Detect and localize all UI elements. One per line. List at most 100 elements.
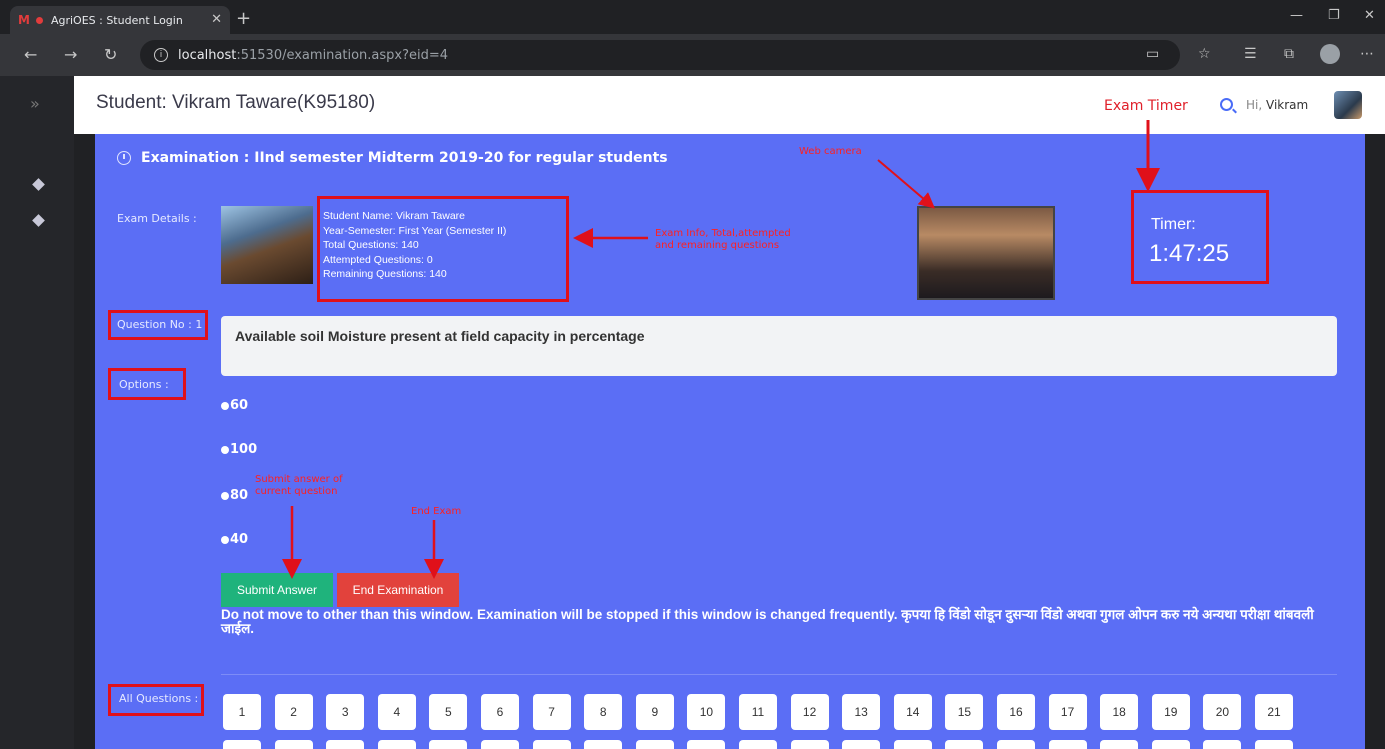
question-nav-button-row2[interactable] xyxy=(893,740,932,749)
question-nav-button[interactable]: 2 xyxy=(274,694,313,730)
question-nav-button-row2[interactable] xyxy=(429,740,468,749)
url-field[interactable]: i localhost :51530/examination.aspx?eid=… xyxy=(140,40,1180,70)
question-nav-button[interactable]: 20 xyxy=(1203,694,1242,730)
annotation-box-exam-info xyxy=(317,196,569,302)
question-nav-button[interactable]: 3 xyxy=(326,694,365,730)
option-label: 60 xyxy=(230,398,249,413)
stopwatch-icon xyxy=(117,151,131,165)
restore-icon[interactable]: ❐ xyxy=(1328,8,1340,23)
option-label: 40 xyxy=(230,532,249,547)
annotation-exam-info: Exam Info, Total,attempted and remaining… xyxy=(655,228,791,252)
question-nav-button[interactable]: 14 xyxy=(893,694,932,730)
question-nav-button-row2[interactable] xyxy=(1151,740,1190,749)
timer-label: Timer: xyxy=(1151,216,1196,233)
greeting-name: Vikram xyxy=(1266,98,1309,112)
question-nav-button-row2[interactable] xyxy=(1048,740,1087,749)
question-nav-button-row2[interactable] xyxy=(1100,740,1139,749)
sidebar-item-2-icon[interactable] xyxy=(32,214,45,227)
question-nav-button[interactable]: 6 xyxy=(481,694,519,730)
question-nav-button[interactable]: 16 xyxy=(997,694,1035,730)
question-nav-button-row2[interactable] xyxy=(481,740,519,749)
question-nav-button[interactable]: 18 xyxy=(1100,694,1139,730)
end-examination-button[interactable]: End Examination xyxy=(337,573,459,607)
question-nav-button-row2[interactable] xyxy=(687,740,726,749)
question-nav-button-row2[interactable] xyxy=(739,740,777,749)
question-nav-button[interactable]: 7 xyxy=(532,694,571,730)
option-4[interactable]: 40 xyxy=(221,532,248,547)
forward-icon[interactable]: → xyxy=(64,45,77,64)
question-nav-button-row2[interactable] xyxy=(997,740,1035,749)
radio-icon[interactable] xyxy=(221,445,229,454)
profile-icon[interactable] xyxy=(1320,44,1340,64)
annotation-submit-line1: Submit answer of xyxy=(255,474,343,485)
question-nav-button[interactable]: 17 xyxy=(1048,694,1087,730)
annotation-exam-timer: Exam Timer xyxy=(1104,98,1188,114)
question-text[interactable]: Available soil Moisture present at field… xyxy=(221,316,1337,376)
annotation-submit: Submit answer of current question xyxy=(255,474,343,498)
annotation-submit-line2: current question xyxy=(255,486,338,497)
question-nav-button[interactable]: 4 xyxy=(377,694,416,730)
question-nav-button[interactable]: 5 xyxy=(429,694,468,730)
page-title: Student: Vikram Taware(K95180) xyxy=(96,92,376,113)
question-nav-button[interactable]: 19 xyxy=(1151,694,1190,730)
reload-icon[interactable]: ↻ xyxy=(104,45,117,64)
question-nav-button-row2[interactable] xyxy=(790,740,829,749)
annotation-web-camera: Web camera xyxy=(799,146,862,157)
search-icon[interactable] xyxy=(1220,98,1233,111)
tab-close-icon[interactable]: ✕ xyxy=(211,12,222,27)
option-3[interactable]: 80 xyxy=(221,488,248,503)
sidebar-item-1-icon[interactable] xyxy=(32,178,45,191)
window-close-icon[interactable]: ✕ xyxy=(1364,8,1375,23)
question-nav-button[interactable]: 9 xyxy=(635,694,674,730)
new-tab-icon[interactable]: + xyxy=(236,8,251,29)
question-nav-button[interactable]: 21 xyxy=(1255,694,1293,730)
timer-value: 1:47:25 xyxy=(1149,240,1230,267)
option-2[interactable]: 100 xyxy=(221,442,257,457)
browser-tab[interactable]: M AgriOES : Student Login ✕ xyxy=(10,6,230,34)
question-nav-button-row2[interactable] xyxy=(635,740,674,749)
question-nav-button[interactable]: 12 xyxy=(790,694,829,730)
url-path: :51530/examination.aspx?eid=4 xyxy=(236,47,449,63)
annotation-exam-info-line1: Exam Info, Total,attempted xyxy=(655,228,791,239)
site-info-icon[interactable]: i xyxy=(154,48,168,62)
back-icon[interactable]: ← xyxy=(24,45,37,64)
app-logo-icon: M xyxy=(18,13,30,27)
question-nav-button-row2[interactable] xyxy=(1203,740,1242,749)
user-greeting[interactable]: Hi, Vikram xyxy=(1246,98,1308,112)
question-nav-button-row2[interactable] xyxy=(842,740,881,749)
url-host: localhost xyxy=(178,47,237,63)
radio-icon[interactable] xyxy=(221,401,229,410)
address-bar: ← → ↻ i localhost :51530/examination.asp… xyxy=(0,34,1385,76)
more-menu-icon[interactable]: ⋯ xyxy=(1360,46,1374,62)
favorites-list-icon[interactable]: ☰ xyxy=(1244,46,1257,62)
avatar[interactable] xyxy=(1334,91,1362,119)
camera-indicator-icon[interactable]: ▭ xyxy=(1146,46,1159,62)
annotation-exam-info-line2: and remaining questions xyxy=(655,240,780,251)
browser-tab-bar: M AgriOES : Student Login ✕ + — ❐ ✕ xyxy=(0,0,1385,34)
tab-title: AgriOES : Student Login xyxy=(50,13,183,27)
question-nav-button-row2[interactable] xyxy=(274,740,313,749)
question-nav-button-row2[interactable] xyxy=(584,740,623,749)
collections-icon[interactable]: ⧉ xyxy=(1284,46,1294,62)
question-nav-button-row2[interactable] xyxy=(532,740,571,749)
question-nav-button-row2[interactable] xyxy=(377,740,416,749)
question-nav-button-row2[interactable] xyxy=(326,740,365,749)
radio-icon[interactable] xyxy=(221,535,229,544)
divider xyxy=(221,674,1337,675)
question-nav-button[interactable]: 13 xyxy=(842,694,881,730)
question-nav-button[interactable]: 10 xyxy=(687,694,726,730)
minimize-icon[interactable]: — xyxy=(1290,8,1303,23)
question-nav-button[interactable]: 8 xyxy=(584,694,623,730)
question-nav-button-row2[interactable] xyxy=(1255,740,1293,749)
radio-icon[interactable] xyxy=(221,491,229,500)
question-nav-button[interactable]: 1 xyxy=(223,694,261,730)
favorite-star-icon[interactable]: ☆ xyxy=(1198,46,1211,62)
question-nav-button[interactable]: 15 xyxy=(945,694,984,730)
question-nav-button[interactable]: 11 xyxy=(739,694,777,730)
question-nav-button-row2[interactable] xyxy=(945,740,984,749)
option-1[interactable]: 60 xyxy=(221,398,248,413)
question-nav-button-row2[interactable] xyxy=(223,740,261,749)
annotation-end-exam: End Exam xyxy=(411,506,462,517)
sidebar-expand-icon[interactable]: » xyxy=(30,94,40,113)
submit-answer-button[interactable]: Submit Answer xyxy=(221,573,333,607)
